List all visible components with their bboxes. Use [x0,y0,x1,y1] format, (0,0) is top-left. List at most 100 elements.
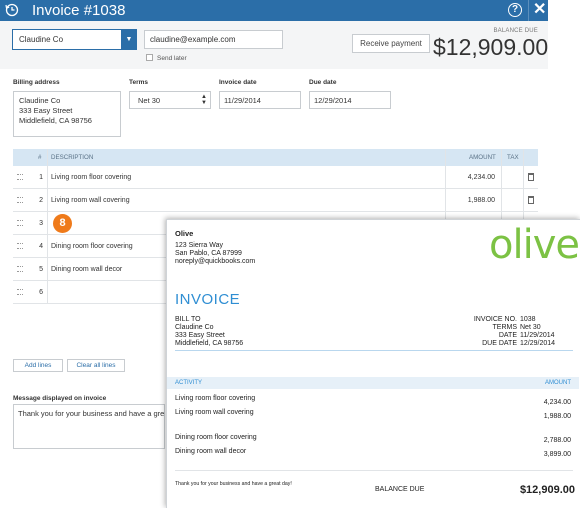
col-num: # [38,154,42,161]
customer-value: Claudine Co [19,35,64,44]
row-description[interactable]: Dining room wall decor [51,266,122,273]
form-header: Claudine Co ▼ claudine@example.com Send … [0,21,548,69]
checkbox-icon[interactable] [146,54,153,61]
window-title: Invoice #1038 [32,2,126,19]
activity-line: Living room floor covering 4,234.00 [175,395,571,406]
trash-icon[interactable] [528,173,534,181]
col-description: DESCRIPTION [51,154,94,161]
meta-label: DATE [498,332,517,339]
bill-to: BILL TO Claudine Co 333 Easy Street Midd… [175,316,243,348]
meta-value: 1038 [520,316,536,323]
row-number: 5 [39,266,43,273]
activity-amount: 4,234.00 [543,399,571,406]
drag-handle-icon[interactable] [17,289,23,295]
row-amount[interactable]: 4,234.00 [453,174,495,181]
recent-transactions-icon[interactable] [5,3,19,17]
callout-badge: 8 [53,214,72,233]
balance-due-amount: $12,909.00 [433,34,549,60]
company-address: 123 Sierra Way San Pablo, CA 87999 norep… [175,242,255,266]
drag-handle-icon[interactable] [17,220,23,226]
balance-due-amount: $12,909.00 [519,484,575,496]
drag-handle-icon[interactable] [17,266,23,272]
due-date-field[interactable]: 12/29/2014 [309,91,391,109]
bill-to-line: 333 Easy Street [175,332,225,339]
help-icon[interactable]: ? [508,3,522,17]
drag-handle-icon[interactable] [17,197,23,203]
activity-line: Dining room floor covering 2,788.00 [175,434,571,444]
column-divider [47,149,48,304]
drag-handle-icon[interactable] [17,174,23,180]
billing-line: Claudine Co [19,96,61,105]
title-bar: Invoice #1038 ? ✕ [0,0,548,21]
terms-value: Net 30 [138,96,161,105]
add-lines-button[interactable]: Add lines [13,359,63,372]
due-date-label: Due date [309,79,337,86]
activity-description: Living room floor covering [175,395,256,402]
activity-amount: 2,788.00 [543,437,571,444]
col-tax: TAX [507,154,519,161]
receive-payment-button[interactable]: Receive payment [352,34,430,53]
activity-amount: 3,899.00 [543,451,571,458]
invoice-title: INVOICE [175,291,241,308]
meta-label: INVOICE NO. [473,316,517,323]
meta-value: Net 30 [520,324,541,331]
meta-label: TERMS [492,324,518,331]
close-icon[interactable]: ✕ [533,2,546,18]
table-row[interactable]: 1 Living room floor covering 4,234.00 [13,166,538,189]
bill-to-label: BILL TO [175,316,201,323]
invoice-meta-labels: INVOICE NO. TERMS DATE DUE DATE [437,316,517,348]
meta-value: 11/29/2014 [520,332,555,339]
balance-due-label: BALANCE DUE [375,486,425,493]
email-field[interactable]: claudine@example.com [144,30,283,49]
company-logo: olive [489,222,580,268]
titlebar-divider [528,0,529,21]
send-later-checkbox[interactable]: Send later [146,54,187,62]
row-description[interactable]: Living room wall covering [51,197,130,204]
billing-address-label: Billing address [13,79,60,86]
clear-all-lines-button[interactable]: Clear all lines [67,359,125,372]
address-line: 123 Sierra Way [175,242,223,249]
bill-to-line: Claudine Co [175,324,214,331]
activity-amount: 1,988.00 [543,413,571,420]
address-line: San Pablo, CA 87999 [175,250,242,257]
activity-header: ACTIVITY AMOUNT [167,377,579,389]
row-number: 6 [39,289,43,296]
table-row[interactable]: 2 Living room wall covering 1,988.00 [13,189,538,212]
row-description[interactable]: Dining room floor covering [51,243,133,250]
col-amount: AMOUNT [469,154,496,161]
trash-icon[interactable] [528,196,534,204]
activity-description: Dining room floor covering [175,434,257,441]
bill-to-line: Middlefield, CA 98756 [175,340,244,347]
row-number: 2 [39,197,43,204]
activity-label: ACTIVITY [175,380,203,386]
activity-description: Dining room wall decor [175,448,247,455]
invoice-meta-values: 1038 Net 30 11/29/2014 12/29/2014 [520,316,555,348]
row-number: 3 [39,220,43,227]
amount-label: AMOUNT [545,380,571,386]
message-label: Message displayed on invoice [13,395,107,402]
company-name: Olive [175,229,194,238]
divider [175,350,573,351]
table-header: # DESCRIPTION AMOUNT TAX [13,149,538,166]
customer-select[interactable]: Claudine Co ▼ [12,29,137,50]
message-field[interactable]: Thank you for your business and have a g… [13,404,165,449]
row-number: 1 [39,174,43,181]
terms-select[interactable]: Net 30 ▲ ▼ [129,91,211,109]
terms-label: Terms [129,79,149,86]
activity-line: Dining room wall decor 3,899.00 [175,448,571,458]
meta-label: DUE DATE [482,340,517,347]
invoice-date-label: Invoice date [219,79,257,86]
drag-handle-icon[interactable] [17,243,23,249]
billing-address-field[interactable]: Claudine Co 333 Easy Street Middlefield,… [13,91,121,137]
address-line: noreply@quickbooks.com [175,258,256,265]
invoice-message: Thank you for your business and have a g… [175,481,292,487]
billing-line: 333 Easy Street [19,106,73,115]
chevron-down-icon[interactable]: ▼ [121,29,137,50]
invoice-date-field[interactable]: 11/29/2014 [219,91,301,109]
activity-description: Living room wall covering [175,409,254,416]
send-later-label: Send later [157,55,187,62]
row-description[interactable]: Living room floor covering [51,174,131,181]
up-down-icon: ▲ ▼ [201,94,207,106]
divider [175,470,573,471]
row-amount[interactable]: 1,988.00 [453,197,495,204]
